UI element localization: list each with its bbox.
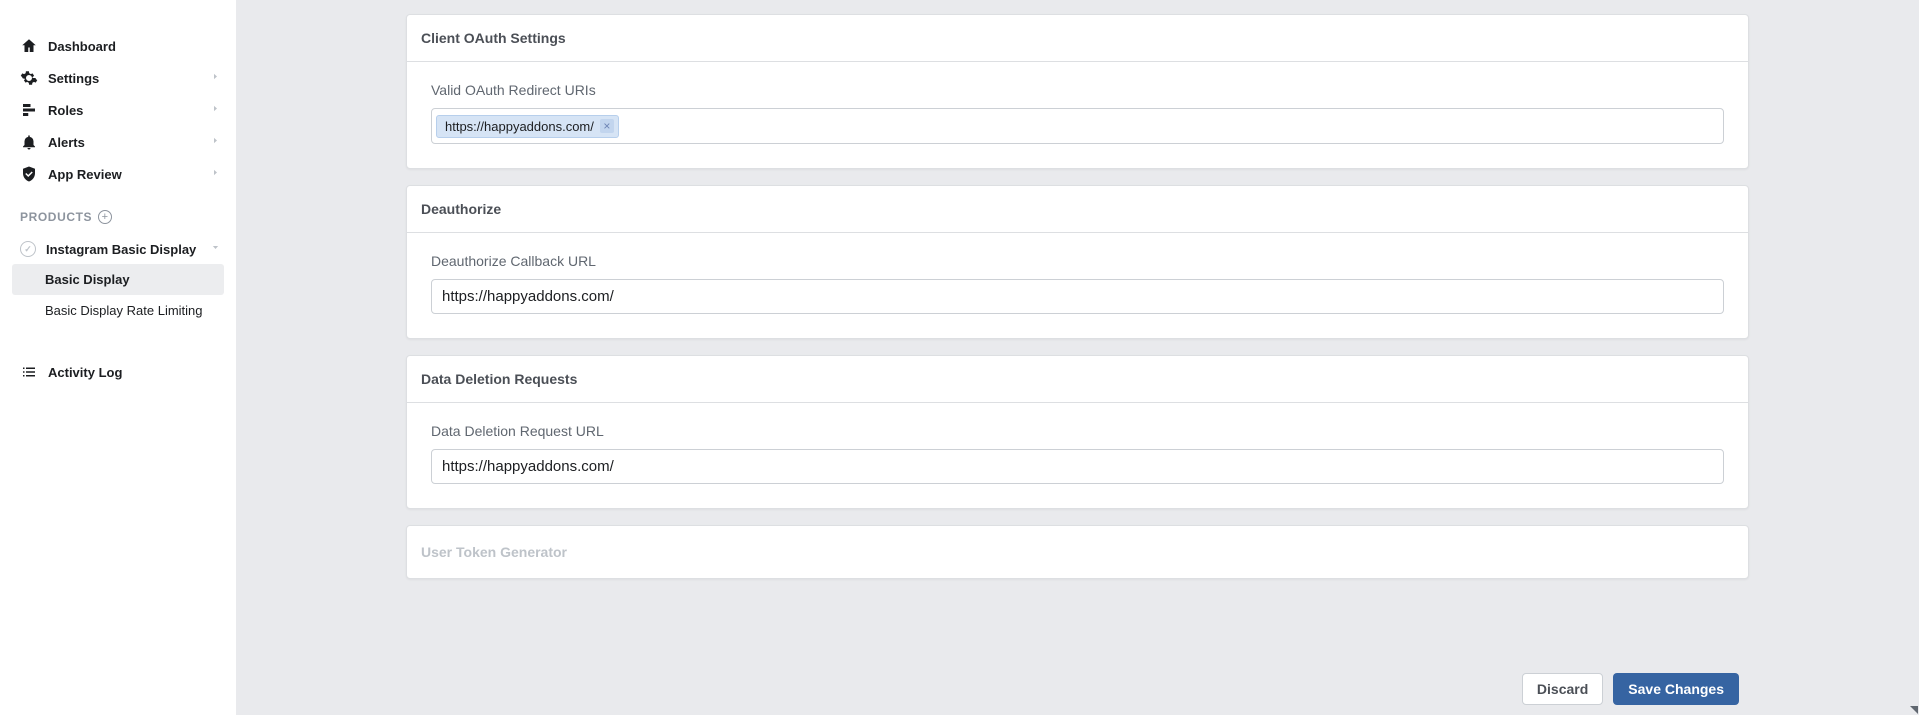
card-title: Client OAuth Settings [407,15,1748,62]
chip-remove-icon[interactable]: × [600,119,614,133]
nav-label: Alerts [48,135,211,150]
resize-handle-icon[interactable] [1910,706,1918,714]
nav-roles[interactable]: Roles [0,94,236,126]
add-product-icon[interactable]: + [98,210,112,224]
sub-basic-display-rate-limiting[interactable]: Basic Display Rate Limiting [0,295,236,326]
chevron-right-icon [211,136,220,148]
check-circle-icon [20,241,36,257]
nav-activity-log[interactable]: Activity Log [0,356,236,388]
list-icon [20,363,38,381]
deauth-callback-label: Deauthorize Callback URL [431,253,1724,269]
chip-text: https://happyaddons.com/ [445,119,594,134]
nav-label: App Review [48,167,211,182]
card-title: User Token Generator [407,526,1748,578]
card-deauthorize: Deauthorize Deauthorize Callback URL [406,185,1749,339]
deauth-callback-input[interactable] [431,279,1724,314]
nav-label: Settings [48,71,211,86]
nav-settings[interactable]: Settings [0,62,236,94]
nav-dashboard[interactable]: Dashboard [0,30,236,62]
gear-icon [20,69,38,87]
nav-app-review[interactable]: App Review [0,158,236,190]
chevron-down-icon [211,243,220,255]
products-header: PRODUCTS + [0,190,236,234]
home-icon [20,37,38,55]
chevron-right-icon [211,72,220,84]
redirect-uri-label: Valid OAuth Redirect URIs [431,82,1724,98]
sub-label: Basic Display Rate Limiting [45,303,203,318]
card-oauth-settings: Client OAuth Settings Valid OAuth Redire… [406,14,1749,169]
deletion-url-input[interactable] [431,449,1724,484]
nav-label: Dashboard [48,39,220,54]
chevron-right-icon [211,104,220,116]
save-changes-button[interactable]: Save Changes [1613,673,1739,705]
products-label: PRODUCTS [20,210,92,224]
discard-button[interactable]: Discard [1522,673,1603,705]
sub-label: Basic Display [45,272,130,287]
nav-alerts[interactable]: Alerts [0,126,236,158]
redirect-uri-input[interactable]: https://happyaddons.com/ × [431,108,1724,144]
card-data-deletion: Data Deletion Requests Data Deletion Req… [406,355,1749,509]
nav-label: Activity Log [48,365,220,380]
sidebar: Dashboard Settings Roles Alerts [0,0,236,715]
card-title: Data Deletion Requests [407,356,1748,403]
product-instagram-basic-display[interactable]: Instagram Basic Display [0,234,236,264]
footer-actions: Discard Save Changes [1522,663,1739,715]
bell-icon [20,133,38,151]
nav-label: Roles [48,103,211,118]
main-content: Client OAuth Settings Valid OAuth Redire… [236,0,1919,715]
sub-basic-display[interactable]: Basic Display [12,264,224,295]
uri-chip: https://happyaddons.com/ × [436,115,619,138]
deletion-url-label: Data Deletion Request URL [431,423,1724,439]
shield-check-icon [20,165,38,183]
product-label: Instagram Basic Display [46,242,211,257]
roles-icon [20,101,38,119]
card-user-token-generator: User Token Generator [406,525,1749,579]
card-title: Deauthorize [407,186,1748,233]
chevron-right-icon [211,168,220,180]
